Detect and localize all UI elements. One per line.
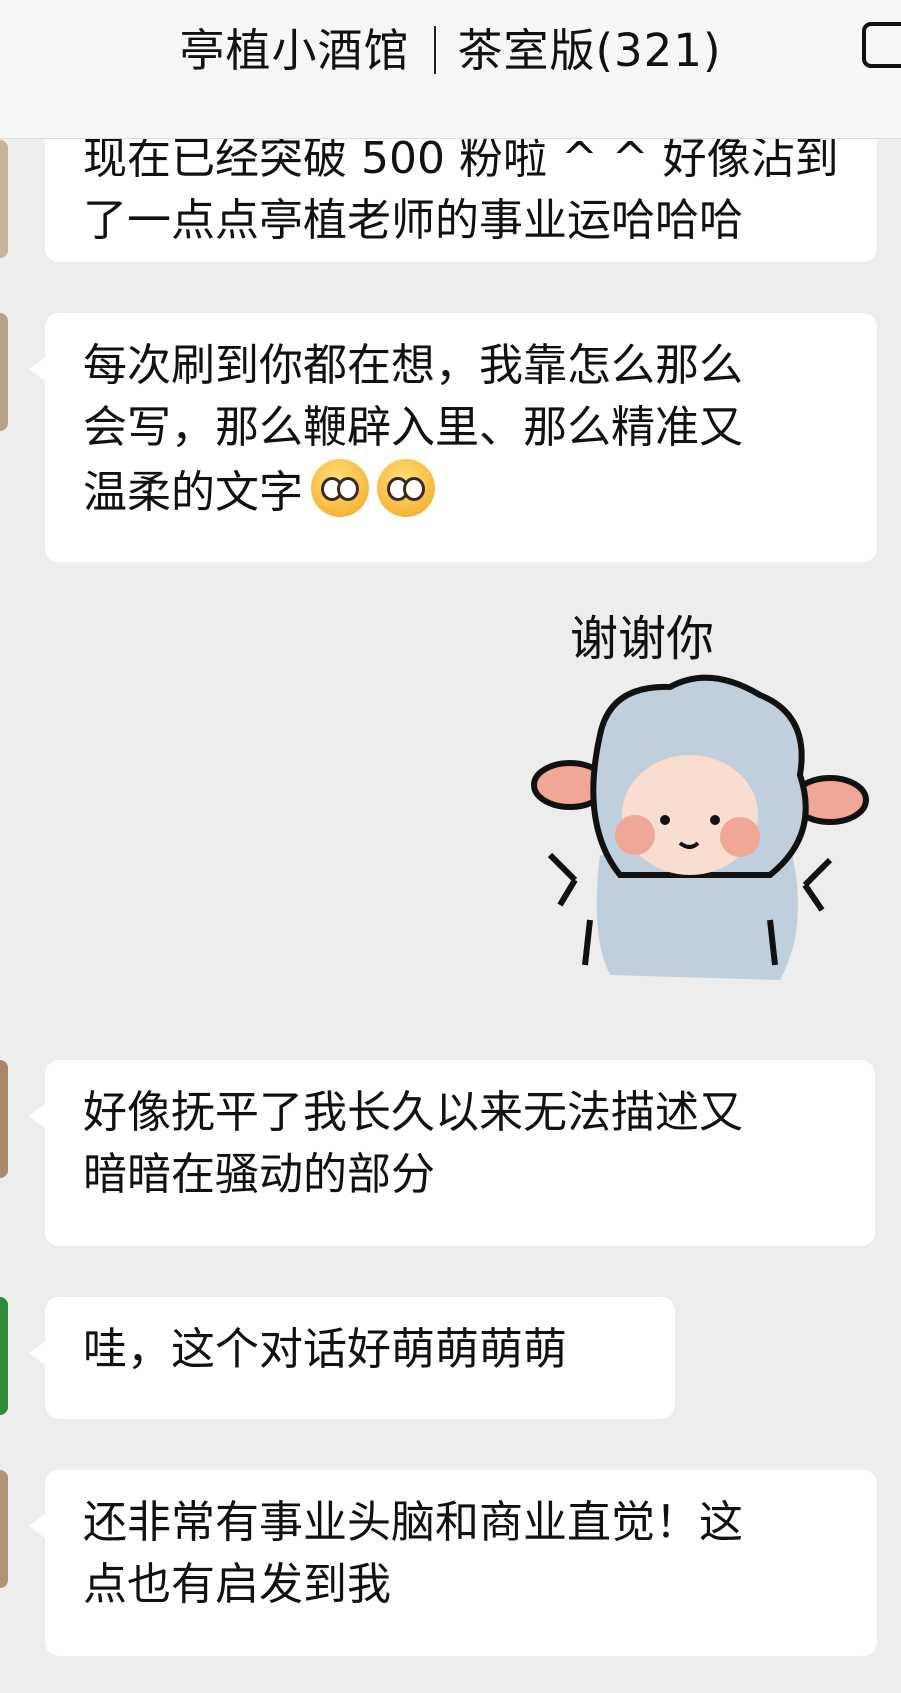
message-bubble[interactable]: 还非常有事业头脑和商业直觉！这 点也有启发到我 [29,1470,877,1656]
message-line: 还非常有事业头脑和商业直觉！这 [83,1497,743,1548]
message-bubble[interactable]: 现在已经突破 500 粉啦 ^ ^ 好像沾到 了一点点亭植老师的事业运哈哈哈 [45,120,877,262]
pleading-face-icon [377,459,435,517]
message-line: 暗暗在骚动的部分 [83,1149,435,1200]
message-line: 了一点点亭植老师的事业运哈哈哈 [83,195,743,246]
message-line: 哇，这个对话好萌萌萌萌 [83,1324,567,1375]
message-line: 每次刷到你都在想，我靠怎么那么 [83,340,743,391]
avatar[interactable] [0,313,8,431]
message-bubble[interactable]: 每次刷到你都在想，我靠怎么那么 会写，那么鞭辟入里、那么精准又 温柔的文字 [29,313,877,562]
chat-title: 亭植小酒馆 茶室版(321) [0,14,901,79]
bubble-tail [29,1341,45,1365]
message-line: 好像抚平了我长久以来无法描述又 [83,1087,743,1138]
message-line: 点也有启发到我 [83,1559,391,1610]
message-bubble[interactable]: 好像抚平了我长久以来无法描述又 暗暗在骚动的部分 [29,1060,875,1246]
sticker-caption: 谢谢你 [570,611,714,667]
avatar[interactable] [0,1297,8,1415]
group-subtitle: 茶室版(321) [457,24,722,77]
group-name: 亭植小酒馆 [179,24,410,77]
message-bubble[interactable]: 哇，这个对话好萌萌萌萌 [29,1297,675,1419]
avatar[interactable] [0,140,8,258]
chat-header: 亭植小酒馆 茶室版(321) [0,0,901,139]
avatar[interactable] [0,1470,8,1588]
title-separator [433,26,436,74]
message-line-text: 温柔的文字 [83,467,303,518]
bubble-tail [29,357,45,381]
message-line: 温柔的文字 [83,459,839,524]
avatar[interactable] [0,1060,8,1178]
bubble-tail [29,1104,45,1128]
sheep-thank-you-sticker[interactable]: 谢谢你 [530,605,870,1005]
more-icon[interactable] [862,22,901,68]
bubble-tail [29,1514,45,1538]
sheep-sticker-image: 谢谢你 [531,611,869,980]
message-line: 会写，那么鞭辟入里、那么精准又 [83,402,743,453]
pleading-face-icon [311,459,369,517]
